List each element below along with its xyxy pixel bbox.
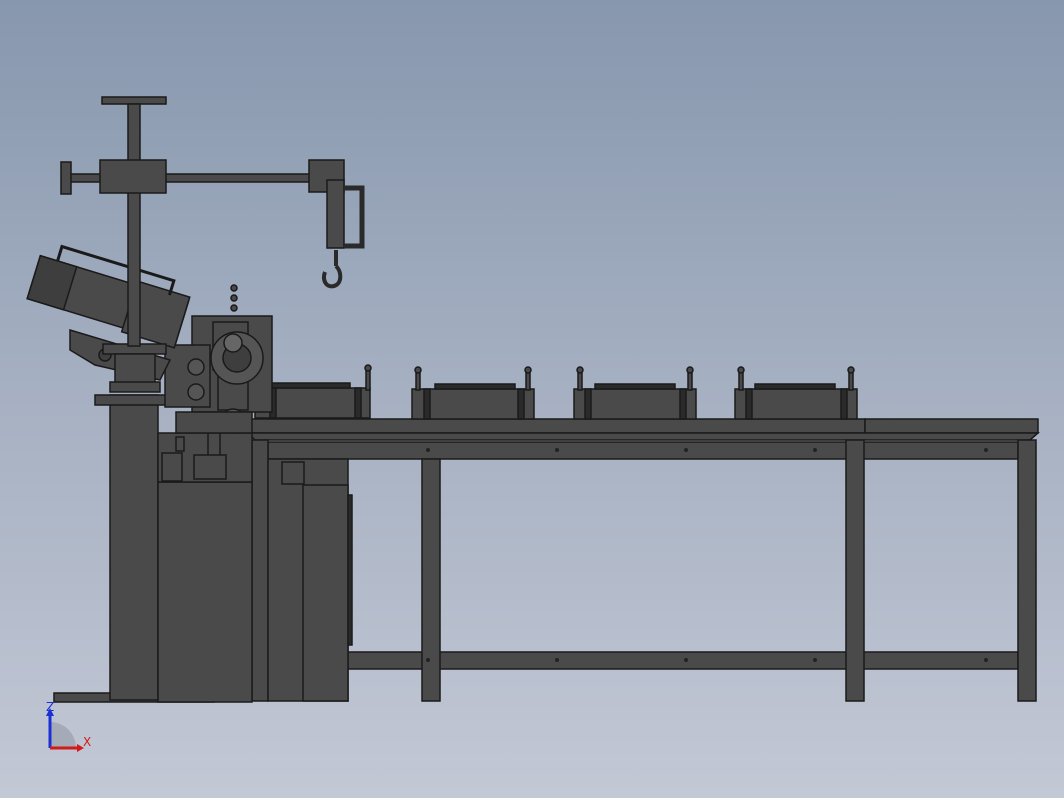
table-leg-2 [421,458,441,702]
table-top-chamfer [246,432,1040,441]
work-table [246,418,1040,702]
table-leg-1 [251,439,269,702]
table-leg-4 [1017,439,1037,702]
crane-mast [127,103,141,347]
fixture-block-3 [573,366,697,420]
side-cabinet-panel [302,484,349,702]
machine-assembly-view[interactable]: Z X [0,0,1064,798]
rail-bolts [296,448,988,662]
pedestal-column [109,394,159,701]
arm-counterweight [60,161,72,195]
z-axis-label: Z [46,700,54,714]
table-top [247,418,866,434]
crane-slide-block [99,159,167,194]
triad-plane [50,722,76,748]
table-leg-3 [845,439,865,702]
fixture-block-4 [734,366,858,420]
fixture-block-2 [411,366,535,420]
axis-triad: Z X [46,700,91,752]
cabinet-vent [347,494,353,646]
table-upper-rail [267,441,1019,460]
hoist-handle [344,185,365,249]
crane-mast-cap [101,96,167,105]
crane-hook [322,250,343,289]
table-top-extension [864,418,1039,434]
pedestal-cap [94,394,176,406]
hoist-body [326,179,345,249]
x-axis-label: X [83,735,91,749]
machine-base [53,394,353,703]
feed-motor-assembly [26,244,191,381]
table-lower-rail [267,651,1019,670]
lower-cabinet [157,481,253,703]
cad-viewport[interactable]: Z X [0,0,1064,798]
